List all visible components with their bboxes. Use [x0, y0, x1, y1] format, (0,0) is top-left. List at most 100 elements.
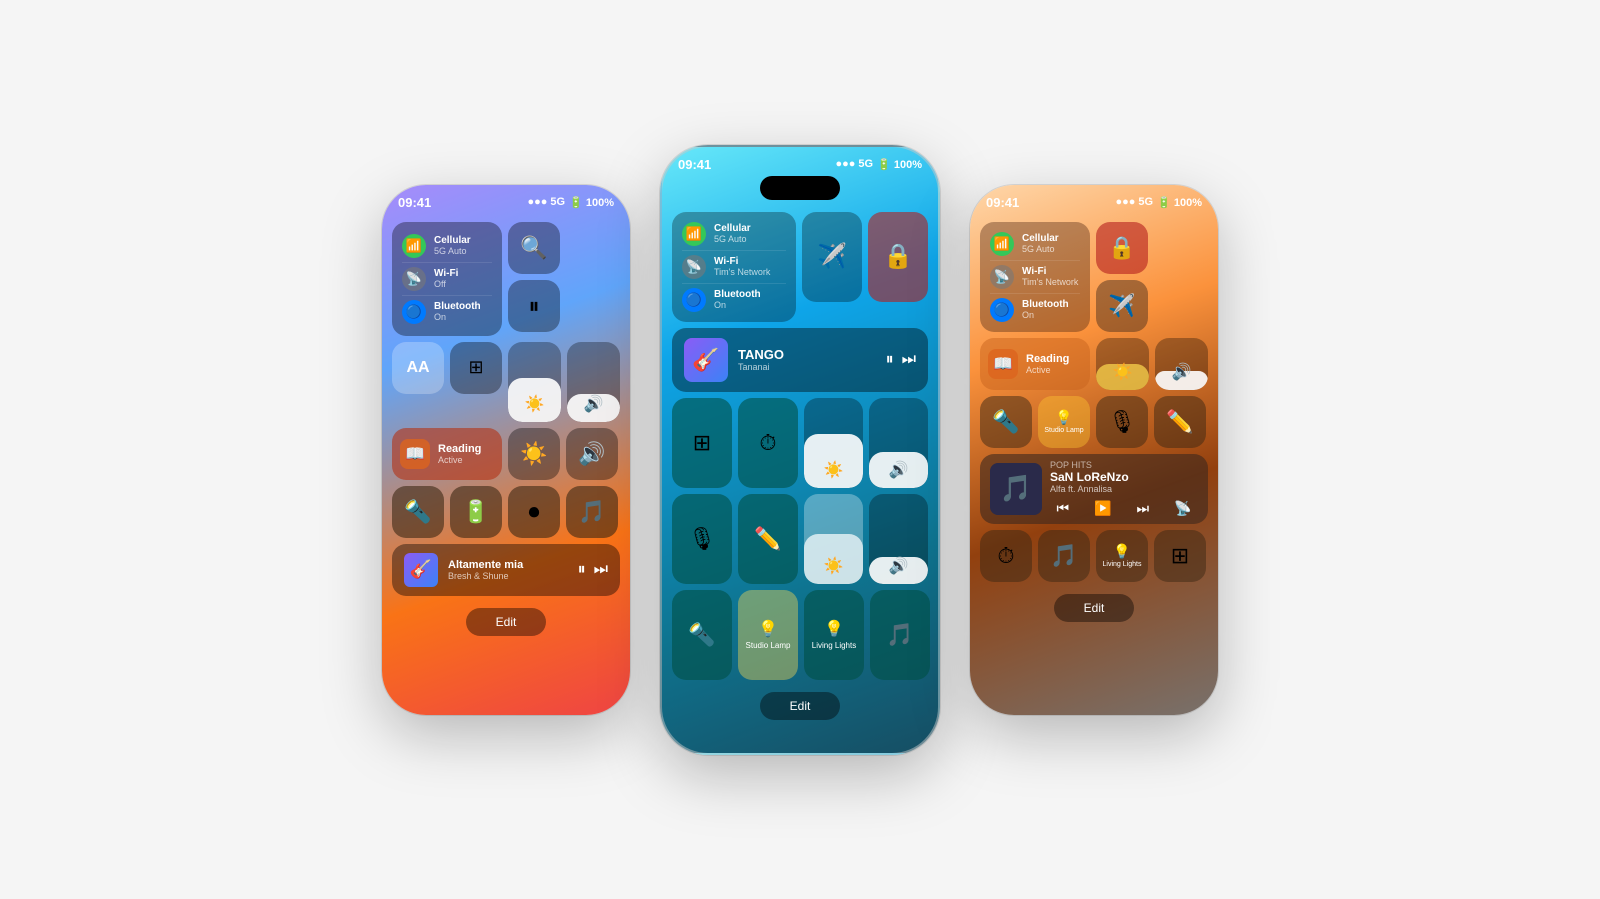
- music-widget-center[interactable]: 🎸 TANGO Tananai ⏸ ⏭: [672, 328, 928, 392]
- living-lights-right[interactable]: 💡 Living Lights: [1096, 530, 1148, 582]
- forward-btn-right[interactable]: ⏭: [1136, 500, 1149, 517]
- search-tile-left[interactable]: 🔍: [508, 222, 560, 274]
- music-art-left: 🎸: [404, 553, 438, 587]
- record-left[interactable]: ⏺: [508, 486, 560, 538]
- airplane-tile-center[interactable]: ✈️: [802, 212, 862, 302]
- reading-tile-right[interactable]: 📖 Reading Active: [980, 338, 1090, 390]
- row2-left: AA ⊞ ☀️ 🔊: [392, 342, 620, 422]
- living-lights-center[interactable]: 💡 Living Lights: [804, 590, 864, 680]
- play-btn-right[interactable]: ▶️: [1094, 500, 1111, 517]
- window-tile-center[interactable]: ⊞: [672, 398, 732, 488]
- audio-right[interactable]: 🎙: [1096, 396, 1148, 448]
- forward-btn-left[interactable]: ⏭: [594, 561, 608, 579]
- music-widget-right[interactable]: 🎵 POP HITS SaN LoReNzo Alfa ft. Annalisa…: [980, 454, 1208, 524]
- scribble-right[interactable]: ✏️: [1154, 396, 1206, 448]
- volume-slider-right[interactable]: 🔊: [1155, 338, 1208, 390]
- network-row-right: 📶 Cellular 5G Auto 📡 Wi-Fi Tim's Network: [980, 222, 1208, 332]
- pause-btn-center[interactable]: ⏸: [886, 351, 894, 369]
- scribble-tile-center[interactable]: ✏️: [738, 494, 798, 584]
- cellular-item-left[interactable]: 📶 Cellular 5G Auto: [402, 230, 492, 262]
- cellular-label-left: Cellular: [434, 235, 471, 246]
- flashlight-right[interactable]: 🔦: [980, 396, 1032, 448]
- music-album-right: POP HITS: [1050, 460, 1198, 470]
- cellular-sub-center: 5G Auto: [714, 234, 751, 244]
- bluetooth-icon-left: 🔵: [402, 300, 426, 324]
- wifi-item-right[interactable]: 📡 Wi-Fi Tim's Network: [990, 260, 1080, 293]
- voicemail-tile-left[interactable]: ⏸: [508, 280, 560, 332]
- window-tile-left[interactable]: ⊞: [450, 342, 502, 394]
- reading-sub-right: Active: [1026, 365, 1069, 375]
- bluetooth-label-left: Bluetooth: [434, 301, 481, 312]
- row3-right: 🔦 💡 Studio Lamp 🎙 ✏️: [980, 396, 1208, 448]
- volume-slider-center[interactable]: 🔊: [869, 398, 928, 488]
- battery-tile-left[interactable]: 🔋: [450, 486, 502, 538]
- wifi-sub-left: Off: [434, 279, 458, 289]
- row2-right: 📖 Reading Active ☀️ 🔊: [980, 338, 1208, 390]
- cellular-sub-left: 5G Auto: [434, 246, 471, 256]
- volume-icon2-center: 🔊: [889, 556, 909, 576]
- brightness-tile-center[interactable]: ☀️: [804, 494, 863, 584]
- edit-btn-left[interactable]: Edit: [466, 608, 546, 636]
- shazam-center[interactable]: 🎵: [870, 590, 930, 680]
- brightness-btn-left[interactable]: ☀️: [508, 428, 560, 480]
- wifi-item-left[interactable]: 📡 Wi-Fi Off: [402, 262, 492, 295]
- status-right-right: ●●● 5G 🔋 100%: [1115, 196, 1202, 209]
- cellular-item-center[interactable]: 📶 Cellular 5G Auto: [682, 218, 786, 250]
- brightness-slider-right[interactable]: ☀️: [1096, 338, 1149, 390]
- bluetooth-sub-center: On: [714, 300, 761, 310]
- wifi-label-left: Wi-Fi: [434, 268, 458, 279]
- flashlight-center[interactable]: 🔦: [672, 590, 732, 680]
- airplane-tile-right[interactable]: ✈️: [1096, 280, 1148, 332]
- focus-tile-center[interactable]: 🔒: [868, 212, 928, 302]
- bluetooth-item-left[interactable]: 🔵 Bluetooth On: [402, 295, 492, 328]
- bluetooth-item-right[interactable]: 🔵 Bluetooth On: [990, 293, 1080, 326]
- cellular-icon-right: 📶: [990, 232, 1014, 256]
- wifi-icon-right: 📡: [990, 265, 1014, 289]
- reading-tile-left[interactable]: 📖 Reading Active: [392, 428, 502, 480]
- edit-btn-center[interactable]: Edit: [760, 692, 840, 720]
- row3-left: 📖 Reading Active ☀️ 🔊: [392, 428, 620, 480]
- clock-right[interactable]: ⏱: [980, 530, 1032, 582]
- wifi-item-center[interactable]: 📡 Wi-Fi Tim's Network: [682, 250, 786, 283]
- volume-slider-left[interactable]: 🔊: [567, 342, 620, 422]
- music-artist-center: Tananai: [738, 362, 876, 372]
- bluetooth-icon-center: 🔵: [682, 288, 706, 312]
- airplay-btn-right[interactable]: 📡: [1174, 500, 1191, 517]
- pause-btn-left[interactable]: ⏸: [578, 561, 586, 579]
- brightness-slider-center[interactable]: ☀️: [804, 398, 863, 488]
- edit-btn-right[interactable]: Edit: [1054, 594, 1134, 622]
- wifi-label-center: Wi-Fi: [714, 256, 770, 267]
- status-bar-right: 09:41 ●●● 5G 🔋 100%: [970, 185, 1218, 214]
- timer-tile-center[interactable]: ⏱: [738, 398, 798, 488]
- bluetooth-item-center[interactable]: 🔵 Bluetooth On: [682, 283, 786, 316]
- forward-btn-center[interactable]: ⏭: [902, 351, 916, 369]
- right-icons-right: 🔒 ✈️: [1096, 222, 1148, 332]
- status-right-left: ●●● 5G 🔋 100%: [527, 196, 614, 209]
- status-bar-center: 09:41 ●●● 5G 🔋 100%: [662, 147, 938, 176]
- bluetooth-label-center: Bluetooth: [714, 289, 761, 300]
- rewind-btn-right[interactable]: ⏮: [1056, 500, 1069, 517]
- brightness-slider-left[interactable]: ☀️: [508, 342, 561, 422]
- shazam-right[interactable]: 🎵: [1038, 530, 1090, 582]
- bluetooth-label-right: Bluetooth: [1022, 299, 1069, 310]
- text-size-tile-left[interactable]: AA: [392, 342, 444, 394]
- time-left: 09:41: [398, 195, 431, 210]
- volume-btn-left[interactable]: 🔊: [566, 428, 618, 480]
- window-right[interactable]: ⊞: [1154, 530, 1206, 582]
- living-lights-label-right: Living Lights: [1103, 561, 1142, 568]
- studio-lamp-center[interactable]: 💡 Studio Lamp: [738, 590, 798, 680]
- studio-lamp-label-right: Studio Lamp: [1044, 427, 1083, 434]
- shazam-left[interactable]: 🎵: [566, 486, 618, 538]
- audio-tile-center[interactable]: 🎙: [672, 494, 732, 584]
- bluetooth-icon-right: 🔵: [990, 298, 1014, 322]
- volume-icon-center: 🔊: [889, 460, 909, 480]
- studio-lamp-right[interactable]: 💡 Studio Lamp: [1038, 396, 1090, 448]
- time-center: 09:41: [678, 157, 711, 172]
- volume-tile-center[interactable]: 🔊: [869, 494, 928, 584]
- flashlight-left[interactable]: 🔦: [392, 486, 444, 538]
- music-widget-left[interactable]: 🎸 Altamente mia Bresh & Shune ⏸ ⏭: [392, 544, 620, 596]
- focus-tile-right[interactable]: 🔒: [1096, 222, 1148, 274]
- reading-sub-left: Active: [438, 455, 481, 465]
- cellular-item-right[interactable]: 📶 Cellular 5G Auto: [990, 228, 1080, 260]
- row3-center: 🎙 ✏️ ☀️ 🔊: [672, 494, 928, 584]
